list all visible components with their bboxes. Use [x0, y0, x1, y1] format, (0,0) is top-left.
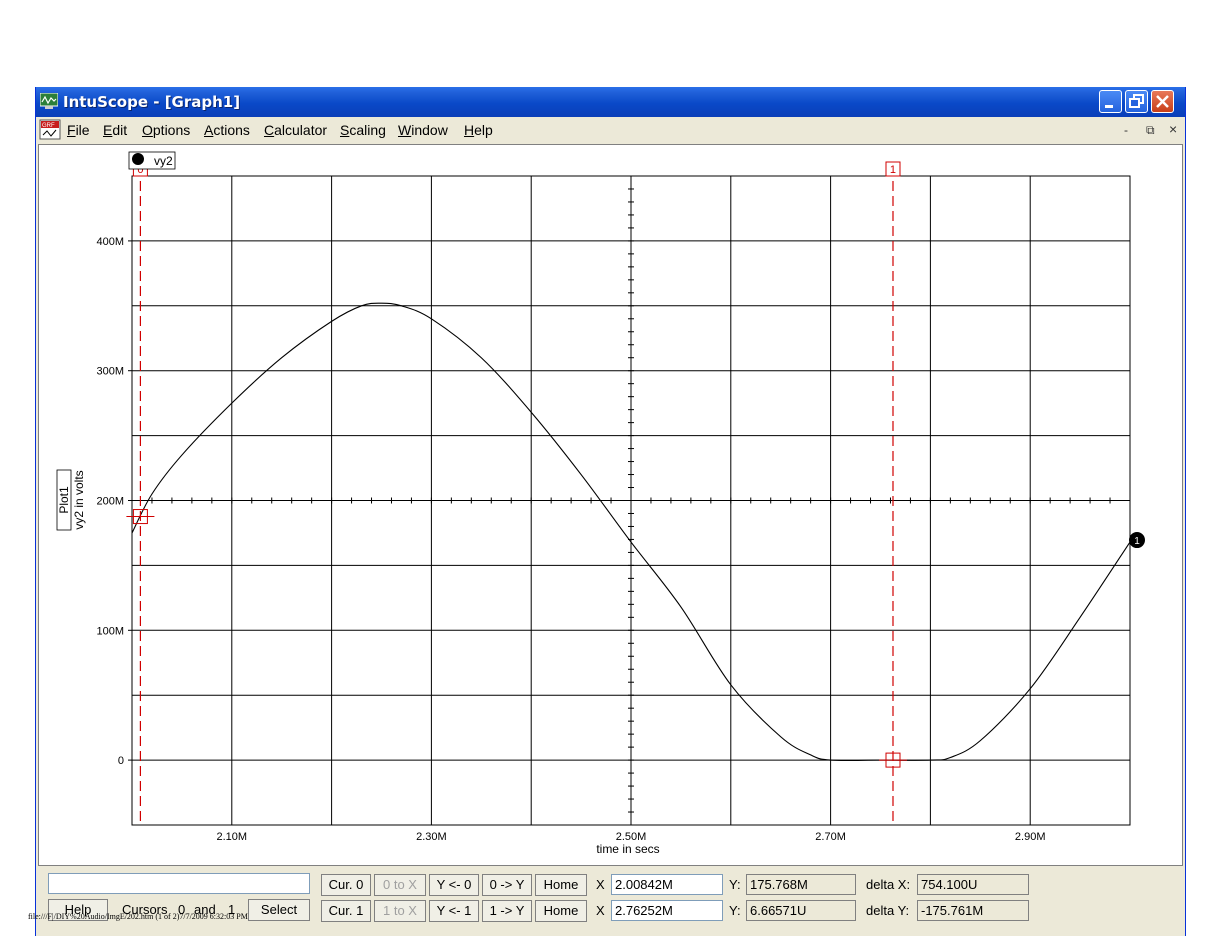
app-window: IntuScope - [Graph1] GRF File Edit Optio…: [35, 87, 1186, 936]
print-footer-url: file:///F|/DIY%20Audio/ImgE/202.htm (1 o…: [28, 912, 248, 921]
menu-options[interactable]: Options: [142, 122, 190, 138]
menu-file[interactable]: File: [67, 122, 90, 138]
mdi-close-button[interactable]: ×: [1169, 121, 1177, 137]
cursor-layer: 0 11: [126, 161, 1145, 825]
cur0-button[interactable]: Cur. 0: [321, 874, 371, 896]
legend[interactable]: vy2: [128, 151, 176, 170]
x-tick-label: 2.30M: [416, 831, 447, 843]
cur0-home-button[interactable]: Home: [535, 874, 587, 896]
y-tick-label: 400M: [96, 236, 124, 248]
cur0-y-from-button[interactable]: Y <- 0: [429, 874, 479, 896]
title-bar[interactable]: IntuScope - [Graph1]: [36, 87, 1185, 117]
cur1-x-field[interactable]: 2.76252M: [611, 900, 723, 921]
cur1-home-button[interactable]: Home: [535, 900, 587, 922]
y-tick-label: 0: [118, 755, 124, 767]
cur1-x-label: X: [596, 903, 605, 918]
cursor-label-1: 1: [890, 164, 896, 176]
menu-bar: GRF File Edit Options Actions Calculator…: [36, 117, 1185, 142]
minimize-button[interactable]: [1099, 90, 1122, 113]
menu-calculator[interactable]: Calculator: [264, 122, 327, 138]
y-tick-label: 100M: [96, 625, 124, 637]
y-axis-title-group: Plot1 vy2 in volts: [56, 469, 86, 531]
trace-end-marker-label: 1: [1134, 536, 1140, 547]
close-icon: [1156, 95, 1169, 108]
delta-x-field: 754.100U: [917, 874, 1029, 895]
cur0-to-x-button[interactable]: 0 to X: [374, 874, 426, 896]
command-input[interactable]: [48, 873, 310, 894]
mdi-minimize-button[interactable]: -: [1124, 123, 1128, 137]
window-title: IntuScope - [Graph1]: [63, 93, 241, 111]
menu-actions[interactable]: Actions: [204, 122, 250, 138]
menu-scaling[interactable]: Scaling: [340, 122, 386, 138]
y-tick-label: 200M: [96, 496, 124, 508]
menu-edit[interactable]: Edit: [103, 122, 127, 138]
cur1-y-label: Y:: [729, 903, 741, 918]
mdi-restore-button[interactable]: ⧉: [1146, 123, 1155, 138]
graph-area[interactable]: 2.10M 2.30M 2.50M 2.70M 2.90M 0 100M 200M 300M 4…: [38, 144, 1183, 866]
menu-window[interactable]: Window: [398, 122, 448, 138]
graph-document-icon: GRF: [39, 119, 61, 140]
close-window-button[interactable]: [1151, 90, 1174, 113]
x-axis-title: time in secs: [596, 842, 659, 856]
legend-label: vy2: [154, 154, 173, 168]
delta-x-label: delta X:: [866, 877, 911, 892]
x-tick-label: 2.70M: [815, 831, 846, 843]
cur1-button[interactable]: Cur. 1: [321, 900, 371, 922]
x-tick-label: 2.90M: [1015, 831, 1046, 843]
y-axis-title: vy2 in volts: [72, 470, 86, 529]
legend-marker-icon: [132, 153, 144, 165]
svg-text:GRF: GRF: [42, 123, 55, 129]
restore-button[interactable]: [1125, 90, 1148, 113]
cursor-panel: Help Cursors 0 and 1 Select Cur. 0 0 to …: [36, 868, 1185, 936]
waveform-chart[interactable]: 2.10M 2.30M 2.50M 2.70M 2.90M 0100M200M300M4…: [39, 145, 1182, 865]
cur1-y-from-button[interactable]: Y <- 1: [429, 900, 479, 922]
cur1-y-field: 6.66571U: [746, 900, 856, 921]
cur1-to-x-button[interactable]: 1 to X: [374, 900, 426, 922]
menu-help[interactable]: Help: [464, 122, 493, 138]
restore-icon: [1129, 94, 1144, 108]
cur0-x-field[interactable]: 2.00842M: [611, 874, 723, 895]
minimize-icon: [1105, 105, 1113, 108]
delta-y-field: -175.761M: [917, 900, 1029, 921]
intuscope-app-icon: [40, 93, 58, 109]
y-tick-label: 300M: [96, 366, 124, 378]
delta-y-label: delta Y:: [866, 903, 910, 918]
y-axis-tick-labels: 0 100M 200M 300M 400M: [96, 236, 132, 767]
cur0-y-field: 175.768M: [746, 874, 856, 895]
x-tick-label: 2.10M: [217, 831, 248, 843]
plot-label: Plot1: [57, 486, 71, 514]
cur0-y-label: Y:: [729, 877, 741, 892]
cur0-to-y-button[interactable]: 0 -> Y: [482, 874, 532, 896]
cur1-to-y-button[interactable]: 1 -> Y: [482, 900, 532, 922]
select-button[interactable]: Select: [248, 899, 310, 921]
cur0-x-label: X: [596, 877, 605, 892]
